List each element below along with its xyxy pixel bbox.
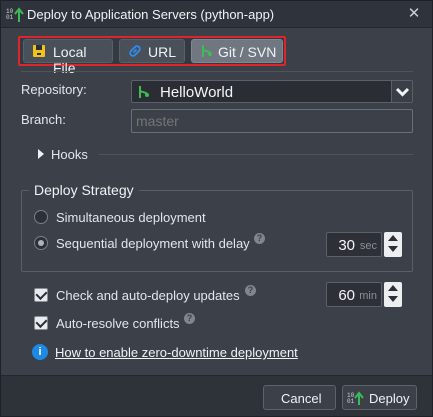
sequential-label: Sequential deployment with delay xyxy=(56,236,250,251)
interval-field[interactable]: 60 min xyxy=(326,282,382,307)
branch-label: Branch: xyxy=(21,112,66,127)
delay-field[interactable]: 30 sec xyxy=(326,232,382,257)
dropdown-button[interactable] xyxy=(391,81,412,102)
stepper-arrows xyxy=(384,282,402,307)
tab-local-file[interactable]: Local File xyxy=(23,39,113,76)
tab-label: Git / SVN xyxy=(218,44,277,60)
branch-input[interactable] xyxy=(131,109,413,133)
decrement-icon[interactable] xyxy=(388,296,398,302)
git-icon xyxy=(202,45,212,57)
increment-icon[interactable] xyxy=(388,285,398,291)
deploy-icon: 10 01 xyxy=(347,391,364,405)
help-icon[interactable]: ? xyxy=(245,285,256,296)
hooks-label: Hooks xyxy=(51,147,88,162)
svg-text:01: 01 xyxy=(6,14,14,21)
help-icon[interactable]: ? xyxy=(184,313,195,324)
help-icon[interactable]: ? xyxy=(254,233,265,244)
increment-icon[interactable] xyxy=(388,235,398,241)
expand-arrow-icon xyxy=(38,149,44,159)
radio-simultaneous[interactable] xyxy=(34,210,48,224)
divider xyxy=(21,71,413,72)
deploy-dialog: 10 01 Deploy to Application Servers (pyt… xyxy=(0,0,433,417)
git-icon xyxy=(139,86,149,98)
deploy-button[interactable]: 10 01 Deploy xyxy=(342,385,417,410)
deploy-icon: 10 01 xyxy=(6,7,24,22)
delay-stepper[interactable]: 30 sec xyxy=(326,232,404,257)
cancel-button[interactable]: Cancel xyxy=(263,385,336,410)
cancel-label: Cancel xyxy=(281,391,322,406)
hooks-divider xyxy=(99,154,413,155)
info-icon: i xyxy=(32,344,48,360)
delay-value: 30 xyxy=(338,237,355,254)
delay-unit: sec xyxy=(359,240,377,252)
deploy-strategy-legend: Deploy Strategy xyxy=(29,182,139,198)
close-icon[interactable]: ✕ xyxy=(406,6,422,22)
auto-deploy-label: Check and auto-deploy updates xyxy=(56,288,240,303)
tab-label: URL xyxy=(148,44,177,60)
decrement-icon[interactable] xyxy=(388,246,398,252)
repository-select[interactable]: HelloWorld xyxy=(131,80,413,103)
svg-text:01: 01 xyxy=(347,398,355,405)
interval-value: 60 xyxy=(338,287,355,304)
deploy-label: Deploy xyxy=(369,391,410,406)
repository-value: HelloWorld xyxy=(160,84,234,101)
dialog-footer: Cancel 10 01 Deploy xyxy=(1,375,432,416)
repository-label: Repository: xyxy=(21,82,87,97)
radio-sequential[interactable] xyxy=(34,236,48,250)
source-tabs: Local File URL Git / SVN xyxy=(18,36,286,76)
auto-deploy-checkbox[interactable] xyxy=(34,288,48,302)
stepper-arrows xyxy=(384,232,402,257)
link-icon xyxy=(129,45,141,57)
interval-unit: min xyxy=(359,290,377,302)
tab-url[interactable]: URL xyxy=(119,39,185,63)
title-bar: 10 01 Deploy to Application Servers (pyt… xyxy=(1,1,432,28)
deploy-strategy-group xyxy=(21,190,413,272)
window-title: Deploy to Application Servers (python-ap… xyxy=(27,7,275,22)
tab-git-svn[interactable]: Git / SVN xyxy=(191,39,283,63)
chevron-down-icon xyxy=(395,87,410,97)
zero-downtime-link[interactable]: How to enable zero-downtime deployment xyxy=(55,345,298,360)
interval-stepper[interactable]: 60 min xyxy=(326,282,404,307)
simultaneous-label: Simultaneous deployment xyxy=(56,210,206,225)
archive-icon xyxy=(33,45,45,57)
auto-resolve-checkbox[interactable] xyxy=(34,316,48,330)
auto-resolve-label: Auto-resolve conflicts xyxy=(56,316,180,331)
